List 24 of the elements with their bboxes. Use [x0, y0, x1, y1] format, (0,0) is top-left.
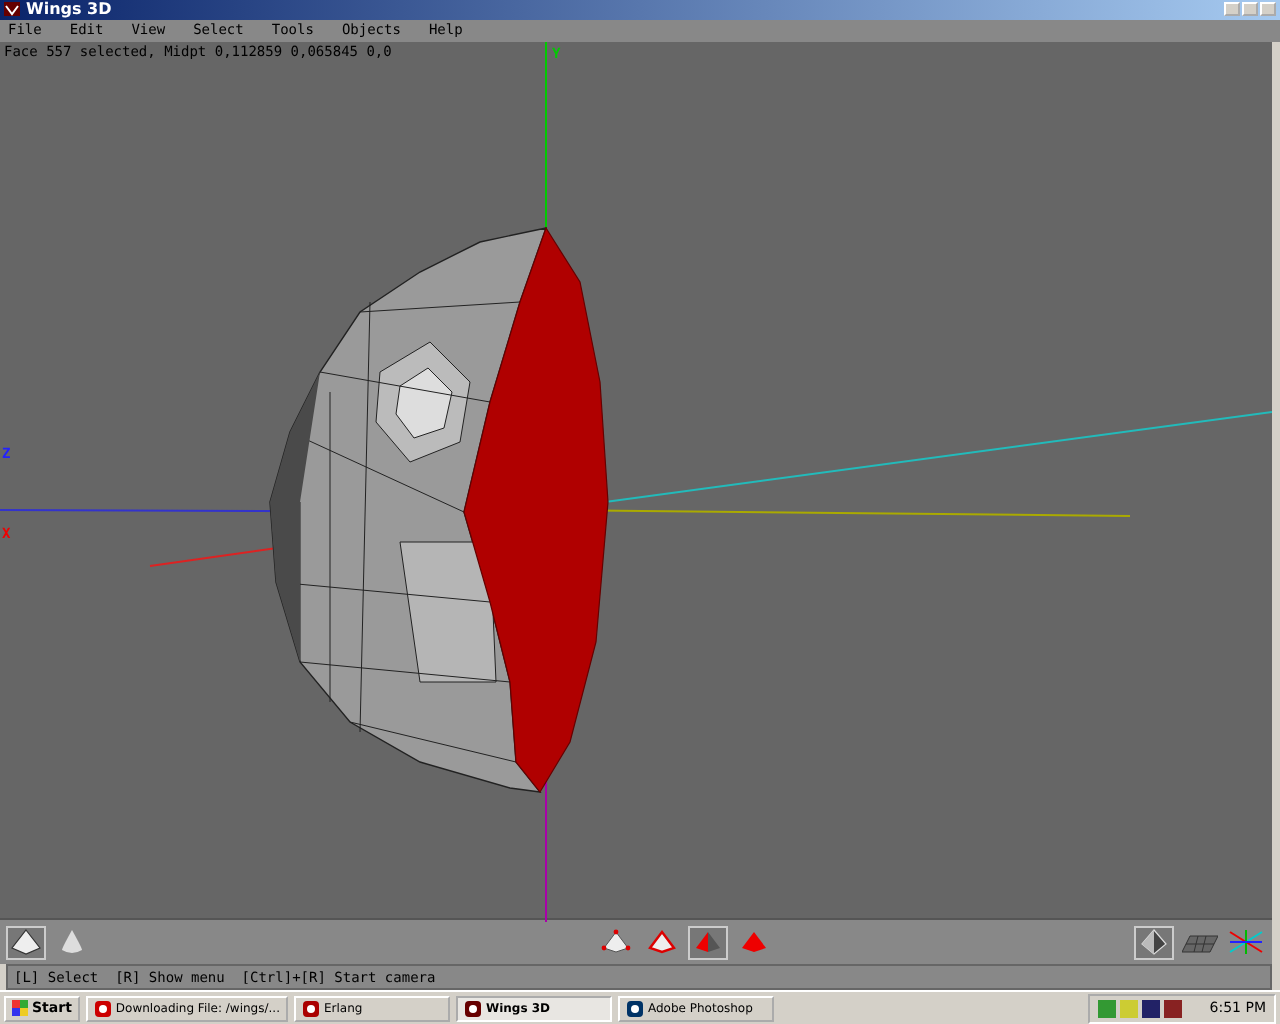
tray-icons — [1097, 999, 1186, 1018]
windows-logo-icon — [12, 1000, 28, 1017]
minimize-button[interactable] — [1224, 2, 1240, 17]
pyramid-icon — [738, 928, 770, 957]
app-icon — [93, 999, 112, 1018]
window-title: Wings 3D — [26, 0, 112, 19]
app-icon — [301, 999, 320, 1018]
pyramid-icon — [1138, 928, 1170, 957]
maximize-button[interactable] — [1242, 2, 1258, 17]
pyramid-icon — [646, 928, 678, 957]
close-button[interactable] — [1260, 2, 1276, 17]
app-icon — [625, 999, 644, 1018]
toolbar-button[interactable] — [688, 925, 728, 960]
app-icon — [4, 2, 20, 17]
axes-icon — [1228, 928, 1264, 957]
toolbar-button[interactable] — [1134, 925, 1174, 960]
selected-face[interactable] — [463, 226, 609, 793]
grid-icon — [1182, 930, 1218, 955]
cone-icon — [58, 928, 86, 957]
app-icon — [463, 999, 482, 1018]
pyramid-icon — [10, 928, 42, 957]
pyramid-icon — [692, 928, 724, 957]
toolbar-button[interactable] — [6, 925, 46, 960]
pyramid-icon — [600, 928, 632, 957]
